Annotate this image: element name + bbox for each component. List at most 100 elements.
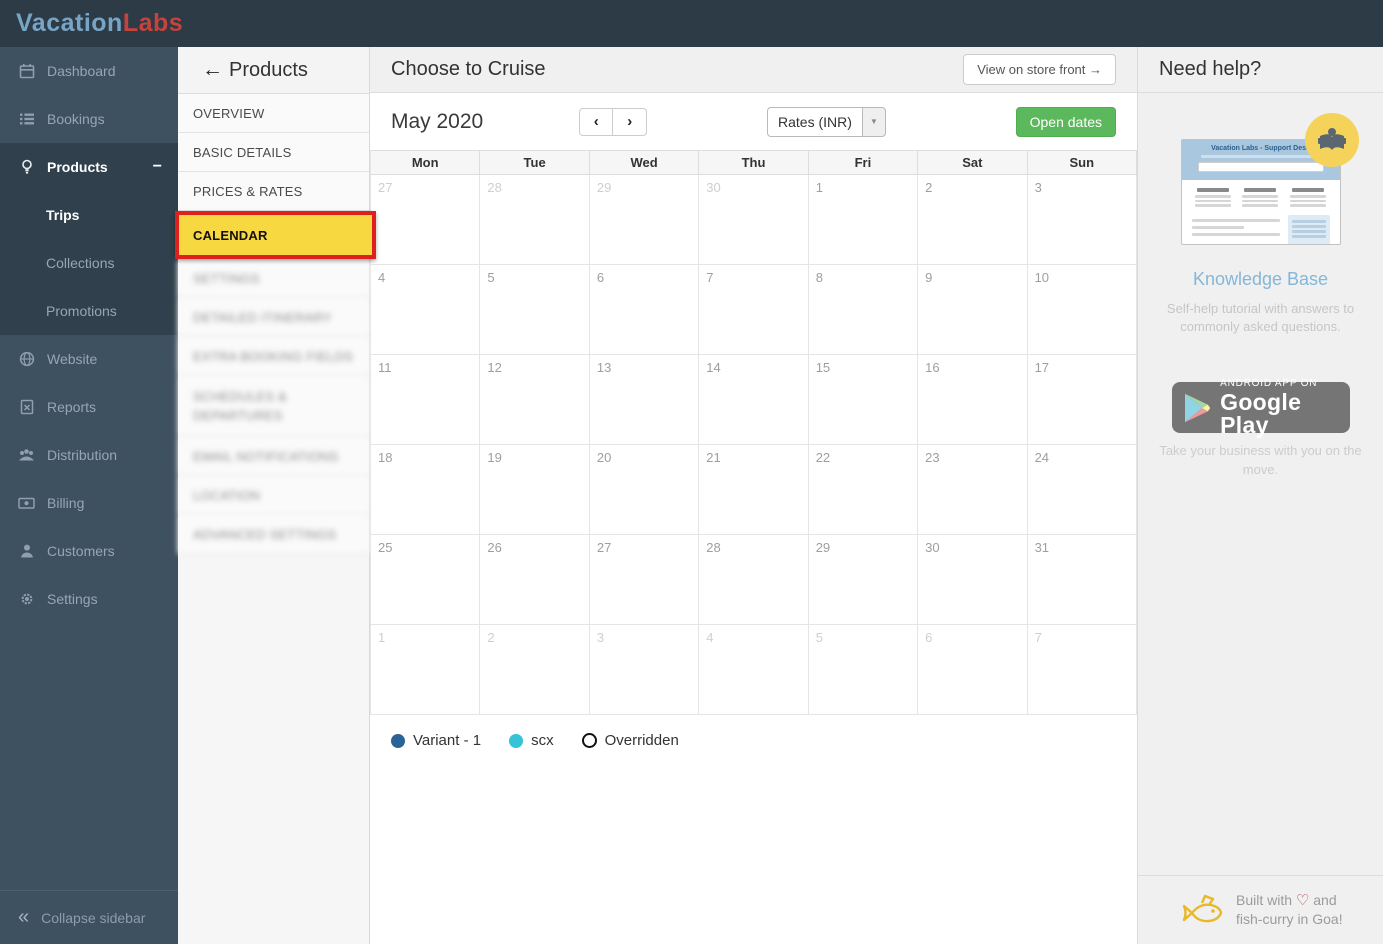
rates-dropdown[interactable]: Rates (INR) ▼ [767, 106, 886, 137]
calendar-cell[interactable]: 20 [589, 445, 700, 535]
calendar-cell[interactable]: 15 [808, 355, 919, 445]
calendar-cell[interactable]: 2 [918, 175, 1028, 265]
calendar-cell[interactable]: 3 [589, 625, 700, 715]
knowledge-base-thumbnail[interactable]: Vacation Labs - Support Desk [1180, 113, 1359, 245]
sidebar-item-reports[interactable]: Reports [0, 383, 178, 431]
collapse-section-icon[interactable]: − [153, 158, 162, 176]
product-tab-extra-booking-fields[interactable]: EXTRA BOOKING FIELDS [178, 337, 369, 376]
product-tab-label: ADVANCED SETTINGS [193, 526, 337, 542]
reading-person-badge [1304, 113, 1359, 167]
sidebar-item-trips[interactable]: Trips [0, 191, 178, 239]
sidebar-item-collections[interactable]: Collections [0, 239, 178, 287]
day-header-mon: Mon [371, 151, 481, 175]
back-arrow-icon: ← [202, 58, 223, 81]
sidebar-item-label: Trips [46, 207, 80, 223]
brand-logo[interactable]: VacationLabs [16, 9, 183, 38]
calendar-cell[interactable]: 4 [371, 265, 481, 355]
main-panel: Choose to Cruise View on store front → M… [370, 47, 1137, 944]
chevron-down-icon: ▼ [862, 106, 886, 137]
product-tab-location[interactable]: LOCATION [178, 476, 369, 515]
product-tab-calendar[interactable]: CALENDAR [175, 211, 376, 259]
calendar-cell[interactable]: 14 [699, 355, 809, 445]
product-tab-schedules-departures[interactable]: SCHEDULES & DEPARTURES [178, 376, 369, 437]
calendar-cell[interactable]: 29 [808, 535, 919, 625]
calendar-cell[interactable]: 22 [808, 445, 919, 535]
product-tab-overview[interactable]: OVERVIEW [178, 94, 369, 133]
sidebar-item-label: Distribution [47, 447, 118, 463]
calendar-cell[interactable]: 1 [808, 175, 919, 265]
subnav-back-products[interactable]: ← Products [178, 47, 369, 94]
calendar-cell[interactable]: 21 [699, 445, 809, 535]
calendar-cell[interactable]: 30 [918, 535, 1028, 625]
legend-label: Overridden [604, 732, 679, 749]
calendar-cell[interactable]: 11 [371, 355, 481, 445]
built-with-text: Built with ♡ and fish-curry in Goa! [1236, 892, 1343, 927]
calendar-cell[interactable]: 27 [589, 535, 700, 625]
collapse-sidebar-button[interactable]: « Collapse sidebar [0, 890, 178, 944]
calendar-cell[interactable]: 6 [589, 265, 700, 355]
calendar-cell[interactable]: 4 [699, 625, 809, 715]
product-tab-settings[interactable]: SETTINGS [178, 259, 369, 298]
lightbulb-icon [18, 159, 35, 176]
sidebar-item-billing[interactable]: Billing [0, 479, 178, 527]
calendar-cell[interactable]: 5 [808, 625, 919, 715]
sidebar-item-settings[interactable]: Settings [0, 575, 178, 623]
calendar-cell[interactable]: 30 [699, 175, 809, 265]
calendar-cell[interactable]: 28 [480, 175, 590, 265]
calendar-cell[interactable]: 7 [1027, 625, 1137, 715]
knowledge-base-link[interactable]: Knowledge Base [1138, 269, 1383, 290]
calendar-cell[interactable]: 25 [371, 535, 481, 625]
product-tab-email-notifications[interactable]: EMAIL NOTIFICATIONS [178, 437, 369, 476]
calendar-cell[interactable]: 16 [918, 355, 1028, 445]
product-tab-advanced-settings[interactable]: ADVANCED SETTINGS [178, 515, 369, 554]
sidebar-item-dashboard[interactable]: Dashboard [0, 47, 178, 95]
calendar-cell[interactable]: 13 [589, 355, 700, 445]
calendar-cell[interactable]: 2 [480, 625, 590, 715]
calendar-cell[interactable]: 3 [1027, 175, 1137, 265]
calendar-cell[interactable]: 12 [480, 355, 590, 445]
calendar-cell[interactable]: 28 [699, 535, 809, 625]
sidebar-item-products[interactable]: Products − [0, 143, 178, 191]
product-subnav: ← Products OVERVIEW BASIC DETAILS PRICES &… [175, 47, 376, 944]
calendar-cell-date: 31 [1034, 540, 1050, 555]
calendar-cell[interactable]: 10 [1027, 265, 1137, 355]
calendar-cell-date: 3 [596, 630, 605, 645]
product-tab-detailed-itinerary[interactable]: DETAILED ITINERARY [178, 298, 369, 337]
prev-month-button[interactable]: ‹ [579, 107, 614, 136]
product-tab-basic-details[interactable]: BASIC DETAILS [178, 133, 369, 172]
billing-icon [18, 495, 35, 512]
calendar-cell[interactable]: 24 [1027, 445, 1137, 535]
calendar-cell[interactable]: 19 [480, 445, 590, 535]
sidebar-item-distribution[interactable]: Distribution [0, 431, 178, 479]
sidebar-item-bookings[interactable]: Bookings [0, 95, 178, 143]
calendar-cell[interactable]: 7 [699, 265, 809, 355]
google-play-caption: Take your business with you on the move. [1159, 443, 1362, 477]
product-tab-prices-rates[interactable]: PRICES & RATES [178, 172, 369, 211]
next-month-button[interactable]: › [613, 107, 648, 136]
calendar-cell-date: 12 [487, 360, 502, 375]
calendar-cell[interactable]: 6 [918, 625, 1028, 715]
calendar-cell[interactable]: 26 [480, 535, 590, 625]
calendar-cell-date: 13 [596, 360, 612, 375]
calendar-cell[interactable]: 9 [918, 265, 1028, 355]
calendar-cell[interactable]: 1 [371, 625, 481, 715]
calendar-cell[interactable]: 29 [589, 175, 700, 265]
calendar-cell[interactable]: 8 [808, 265, 919, 355]
calendar-cell-date: 5 [487, 270, 495, 285]
sidebar-item-promotions[interactable]: Promotions [0, 287, 178, 335]
calendar-cell[interactable]: 18 [371, 445, 481, 535]
calendar-cell[interactable]: 23 [918, 445, 1028, 535]
sidebar-item-website[interactable]: Website [0, 335, 178, 383]
calendar-cell[interactable]: 27 [371, 175, 481, 265]
google-play-badge[interactable]: ANDROID APP ON Google Play [1171, 377, 1350, 436]
calendar-cell[interactable]: 17 [1027, 355, 1137, 445]
calendar-cell[interactable]: 5 [480, 265, 590, 355]
calendar-icon [18, 63, 35, 80]
calendar-cell[interactable]: 31 [1027, 535, 1137, 625]
sidebar-item-customers[interactable]: Customers [0, 527, 178, 575]
view-on-storefront-button[interactable]: View on store front → [963, 54, 1116, 85]
day-header-tue: Tue [480, 151, 590, 175]
open-dates-button[interactable]: Open dates [1015, 106, 1116, 137]
play-badge-line1: ANDROID APP ON [1220, 377, 1318, 389]
calendar-cell-date: 14 [706, 360, 721, 375]
